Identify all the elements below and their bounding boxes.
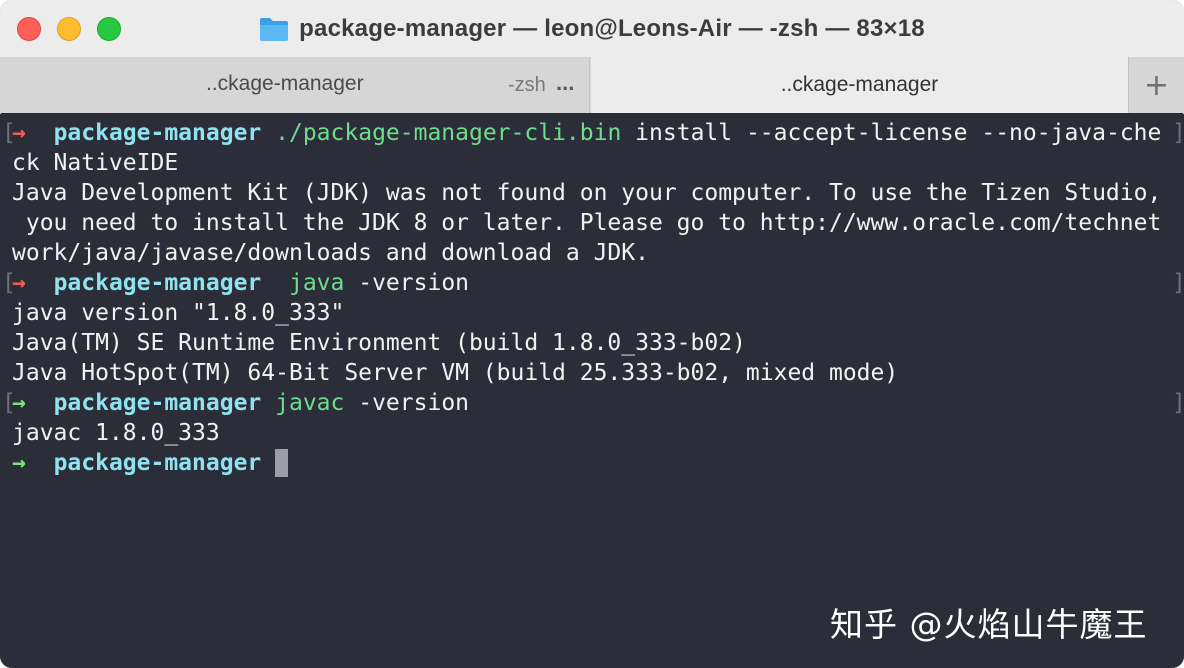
output-text: you need to install the JDK 8 or later. … — [12, 210, 1162, 236]
text-cursor — [275, 449, 289, 477]
output-text: Java(TM) SE Runtime Environment (build 1… — [12, 330, 746, 356]
prompt-line: []→ package-manager java -version — [2, 268, 1184, 298]
output-line: java version "1.8.0_333" — [12, 298, 1184, 328]
output-line: ck NativeIDE — [12, 148, 1184, 178]
folder-icon — [259, 16, 289, 42]
tab-zsh-inactive[interactable]: ..ckage-manager -zsh ... — [0, 57, 590, 113]
line-bracket-left: [ — [2, 120, 16, 146]
prompt-directory: package-manager — [53, 390, 262, 416]
output-line: Java Development Kit (JDK) was not found… — [12, 178, 1184, 208]
output-text: Java HotSpot(TM) 64-Bit Server VM (build… — [12, 360, 899, 386]
line-bracket-right: ] — [1172, 388, 1184, 418]
tab-active[interactable]: ..ckage-manager — [591, 57, 1128, 113]
prompt-arrow-icon: → — [12, 450, 26, 476]
output-line: Java HotSpot(TM) 64-Bit Server VM (build… — [12, 358, 1184, 388]
plus-icon: + — [1143, 67, 1170, 103]
output-line: Java(TM) SE Runtime Environment (build 1… — [12, 328, 1184, 358]
terminal-window: package-manager — leon@Leons-Air — -zsh … — [0, 0, 1184, 668]
line-bracket-right: ] — [1172, 268, 1184, 298]
prompt-line: → package-manager — [12, 448, 1184, 478]
window-title-group: package-manager — leon@Leons-Air — -zsh … — [0, 0, 1184, 57]
watermark: 知乎 @火焰山牛魔王 — [830, 605, 1148, 644]
output-line: javac 1.8.0_333 — [12, 418, 1184, 448]
command-args: -version — [344, 390, 470, 416]
prompt-directory: package-manager — [53, 270, 262, 296]
output-text: java version "1.8.0_333" — [12, 300, 345, 326]
prompt-directory: package-manager — [53, 450, 262, 476]
command-name: javac — [275, 390, 345, 416]
command-args: install --accept-license --no-java-che — [621, 120, 1162, 146]
new-tab-button[interactable]: + — [1128, 57, 1184, 113]
prompt-line: []→ package-manager ./package-manager-cl… — [2, 118, 1184, 148]
tab-process-label: -zsh — [508, 74, 546, 96]
tab-label: ..ckage-manager — [780, 73, 939, 96]
tab-bar: ..ckage-manager -zsh ... ..ckage-manager… — [0, 57, 1184, 113]
title-bar[interactable]: package-manager — leon@Leons-Air — -zsh … — [0, 0, 1184, 58]
close-window-button[interactable] — [17, 17, 41, 41]
window-title: package-manager — leon@Leons-Air — -zsh … — [299, 14, 925, 42]
output-line: work/java/javase/downloads and download … — [12, 238, 1184, 268]
output-text: Java Development Kit (JDK) was not found… — [12, 180, 1162, 206]
tab-label: ..ckage-manager — [206, 72, 364, 95]
output-line: you need to install the JDK 8 or later. … — [12, 208, 1184, 238]
command-name: ./package-manager-cli.bin — [275, 120, 622, 146]
zoom-window-button[interactable] — [97, 17, 121, 41]
prompt-directory: package-manager — [53, 120, 262, 146]
line-bracket-right: ] — [1172, 118, 1184, 148]
terminal-output[interactable]: [] → package-manager ./package-manager-cl… — [0, 114, 1184, 668]
minimize-window-button[interactable] — [57, 17, 81, 41]
prompt-line: []→ package-manager javac -version — [2, 388, 1184, 418]
output-text: work/java/javase/downloads and download … — [12, 240, 649, 266]
output-text: javac 1.8.0_333 — [12, 420, 220, 446]
line-bracket-left: [ — [2, 270, 16, 296]
line-bracket-left: [ — [2, 390, 16, 416]
command-args: -version — [344, 270, 470, 296]
command-name: java — [275, 270, 345, 296]
output-text: ck NativeIDE — [12, 150, 179, 176]
tab-more-icon: ... — [556, 70, 575, 95]
